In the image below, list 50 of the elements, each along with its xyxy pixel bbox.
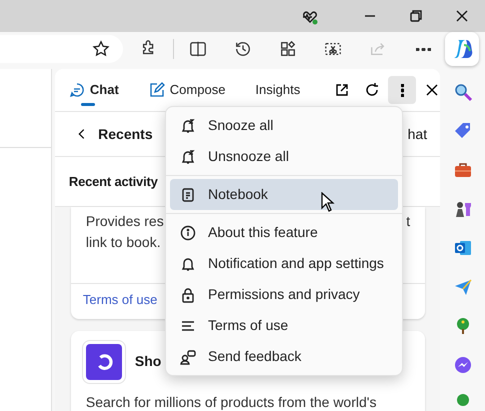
screenshot-icon bbox=[324, 40, 342, 58]
bell-icon bbox=[180, 256, 196, 272]
feedback-icon bbox=[180, 348, 196, 364]
refresh-icon bbox=[364, 82, 380, 98]
menu-item[interactable]: Terms of use bbox=[170, 310, 398, 341]
section-heading: Recent activity bbox=[68, 172, 158, 191]
menu-item[interactable]: Notification and app settings bbox=[170, 248, 398, 279]
chat-tab[interactable]: Chat bbox=[66, 69, 121, 112]
menu-item[interactable]: About this feature bbox=[170, 217, 398, 248]
card-text: Provides res bbox=[86, 212, 164, 231]
menu-item[interactable]: Snooze all bbox=[170, 110, 398, 141]
collections-icon bbox=[279, 40, 297, 58]
more-icon bbox=[416, 48, 430, 50]
cursor-icon bbox=[321, 192, 335, 212]
open-external-icon bbox=[334, 82, 350, 98]
terms-link[interactable]: Terms of use bbox=[82, 292, 158, 307]
menu-item[interactable]: Permissions and privacy bbox=[170, 279, 398, 310]
snooze-icon bbox=[180, 148, 196, 164]
snooze-icon bbox=[180, 118, 196, 134]
history-icon bbox=[234, 40, 252, 58]
compose-icon bbox=[148, 82, 165, 98]
app-logo-icon bbox=[86, 344, 122, 380]
chat-link-fragment[interactable]: hat bbox=[408, 124, 428, 144]
close-icon[interactable] bbox=[454, 8, 470, 24]
star-icon[interactable] bbox=[92, 40, 110, 58]
app-description: Search for millions of products from the world's bbox=[86, 392, 378, 411]
info-icon bbox=[180, 224, 196, 240]
compose-tab[interactable]: Compose bbox=[146, 69, 228, 112]
restore-icon[interactable] bbox=[408, 8, 424, 24]
menu-item[interactable]: Notebook bbox=[170, 179, 398, 210]
search-icon[interactable] bbox=[452, 82, 473, 102]
recents-title: Recents bbox=[98, 124, 153, 144]
app-title: Sho bbox=[134, 352, 162, 371]
paper-plane-icon[interactable] bbox=[452, 276, 473, 296]
notebook-icon bbox=[180, 186, 196, 202]
health-icon[interactable] bbox=[302, 8, 318, 25]
card-text: link to book. bbox=[86, 233, 162, 252]
more-icon bbox=[400, 84, 404, 96]
copilot-button[interactable] bbox=[445, 32, 479, 66]
menu-item[interactable]: Unsnooze all bbox=[170, 141, 398, 172]
lock-icon bbox=[180, 286, 196, 302]
tag-icon[interactable] bbox=[452, 120, 473, 140]
chat-icon bbox=[68, 82, 85, 98]
chat-bubble-icon[interactable] bbox=[452, 354, 473, 374]
tab[interactable]: Insights bbox=[253, 69, 302, 112]
split-screen-icon bbox=[189, 40, 207, 58]
close-icon bbox=[424, 82, 440, 98]
more-button[interactable] bbox=[388, 76, 416, 104]
card-text: t bbox=[406, 212, 410, 231]
menu-item[interactable]: Send feedback bbox=[170, 341, 398, 372]
